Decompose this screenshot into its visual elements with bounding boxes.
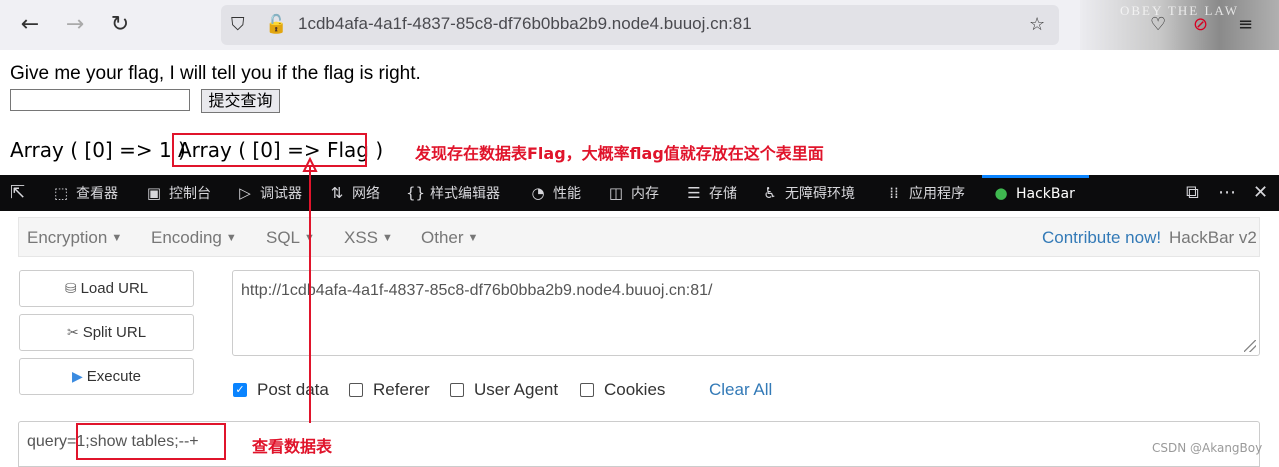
referer-label[interactable]: Referer [373, 380, 430, 400]
resize-grip-icon[interactable] [1244, 340, 1256, 352]
tab-network[interactable]: ⇅ 网络 [328, 175, 380, 211]
tab-hackbar[interactable]: ● HackBar [992, 175, 1074, 211]
menu-encoding[interactable]: Encoding ▼ [151, 228, 237, 248]
caret-down-icon: ▼ [467, 232, 479, 244]
referer-checkbox[interactable] [349, 383, 363, 397]
tab-inspector[interactable]: ⬚ 查看器 [52, 175, 118, 211]
network-icon: ⇅ [330, 184, 344, 202]
banner-text: OBEY THE LAW [1120, 3, 1239, 18]
storage-icon: ☰ [687, 184, 701, 202]
caret-down-icon: ▼ [304, 232, 315, 244]
execute-button[interactable]: ▶ Execute [19, 358, 194, 395]
hackbar-version: HackBar v2 [1169, 228, 1257, 247]
tab-console[interactable]: ▣ 控制台 [145, 175, 211, 211]
more-options-icon[interactable]: ⋯ [1218, 175, 1236, 211]
clear-all-link[interactable]: Clear All [709, 380, 772, 400]
tab-storage[interactable]: ☰ 存储 [685, 175, 737, 211]
extension-icon[interactable]: ⊘ [1193, 14, 1208, 35]
tab-memory[interactable]: ◫ 内存 [607, 175, 659, 211]
debugger-icon: ▷ [239, 184, 251, 202]
element-picker-icon[interactable]: ⇱ [10, 175, 25, 211]
reload-icon[interactable]: ↻ [107, 12, 133, 38]
post-data-label[interactable]: Post data [257, 380, 329, 400]
menu-other[interactable]: Other ▼ [421, 228, 478, 248]
inspector-icon: ⬚ [53, 184, 69, 202]
tab-accessibility[interactable]: ♿ 无障碍环境 [761, 175, 855, 211]
highlight-box-post [76, 423, 226, 460]
query-result-1: Array ( [0] => 1 ) [10, 138, 186, 162]
style-editor-icon: {} [406, 184, 426, 202]
insecure-lock-icon[interactable]: 🔓 [265, 14, 287, 35]
tab-style-editor[interactable]: {} 样式编辑器 [406, 175, 500, 211]
menu-xss[interactable]: XSS ▼ [344, 228, 393, 248]
contribute-link[interactable]: Contribute now! [1042, 228, 1161, 248]
caret-down-icon: ▼ [111, 232, 123, 244]
performance-icon: ◔ [531, 184, 545, 202]
user-agent-checkbox[interactable] [450, 383, 464, 397]
browser-toolbar: ← → ↻ ⛉ 🔓 1cdb4afa-4a1f-4837-85c8-df76b0… [0, 0, 1279, 50]
annotation-result: 发现存在数据表Flag，大概率flag值就存放在这个表里面 [415, 144, 824, 163]
play-icon: ▶ [72, 368, 83, 384]
back-icon[interactable]: ← [17, 12, 43, 38]
post-data-checkbox[interactable]: ✓ [233, 383, 247, 397]
load-url-button[interactable]: ⛁ Load URL [19, 270, 194, 307]
caret-down-icon: ▼ [382, 232, 393, 244]
user-agent-label[interactable]: User Agent [474, 380, 558, 400]
tab-application[interactable]: ⁞⁞ 应用程序 [885, 175, 965, 211]
caret-down-icon: ▼ [225, 232, 237, 244]
dock-icon[interactable]: ⧉ [1186, 175, 1199, 211]
menu-sql[interactable]: SQL ▼ [266, 228, 315, 248]
bookmark-star-icon[interactable]: ☆ [1029, 14, 1045, 35]
active-tab-indicator [982, 175, 1089, 178]
tab-performance[interactable]: ◔ 性能 [529, 175, 581, 211]
pocket-icon[interactable]: ♡ [1150, 14, 1166, 35]
menu-icon[interactable]: ≡ [1238, 14, 1253, 35]
tab-debugger[interactable]: ▷ 调试器 [236, 175, 302, 211]
submit-button[interactable]: 提交查询 [201, 89, 280, 113]
hackbar-menu: Encryption ▼ Encoding ▼ SQL ▼ XSS ▼ Other ▼ C… [18, 217, 1260, 257]
theme-banner: OBEY THE LAW ♡ ⊘ ≡ [1080, 0, 1279, 50]
address-bar[interactable]: ⛉ 🔓 1cdb4afa-4a1f-4837-85c8-df76b0bba2b9… [221, 5, 1059, 45]
hackbar-icon: ● [994, 184, 1008, 202]
application-icon: ⁞⁞ [889, 184, 899, 202]
annotation-post: 查看数据表 [252, 437, 333, 456]
highlight-box-result [172, 133, 367, 167]
url-text[interactable]: 1cdb4afa-4a1f-4837-85c8-df76b0bba2b9.nod… [298, 14, 752, 34]
forward-icon[interactable]: → [62, 12, 88, 38]
url-textarea[interactable]: http://1cdb4afa-4a1f-4837-85c8-df76b0bba… [232, 270, 1260, 356]
shield-icon[interactable]: ⛉ [231, 14, 245, 35]
menu-encryption[interactable]: Encryption ▼ [27, 228, 122, 248]
cookies-checkbox[interactable] [580, 383, 594, 397]
devtools-toolbar: ⇱ ⬚ 查看器 ▣ 控制台 ▷ 调试器 ⇅ 网络 {} 样式编辑器 ◔ 性能 ◫ 内存 ☰ 存储… [0, 175, 1279, 211]
memory-icon: ◫ [608, 184, 624, 202]
flag-input[interactable] [10, 89, 190, 111]
scissors-icon: ✂ [66, 324, 79, 340]
load-url-icon: ⛁ [64, 280, 77, 296]
close-devtools-icon[interactable]: ✕ [1253, 175, 1268, 211]
cookies-label[interactable]: Cookies [604, 380, 665, 400]
split-url-button[interactable]: ✂ Split URL [19, 314, 194, 351]
accessibility-icon: ♿ [763, 184, 777, 202]
url-textarea-value[interactable]: http://1cdb4afa-4a1f-4837-85c8-df76b0bba… [241, 282, 713, 300]
console-icon: ▣ [146, 184, 162, 202]
watermark: CSDN @AkangBoy [1152, 441, 1263, 455]
page-prompt: Give me your flag, I will tell you if th… [10, 63, 421, 84]
